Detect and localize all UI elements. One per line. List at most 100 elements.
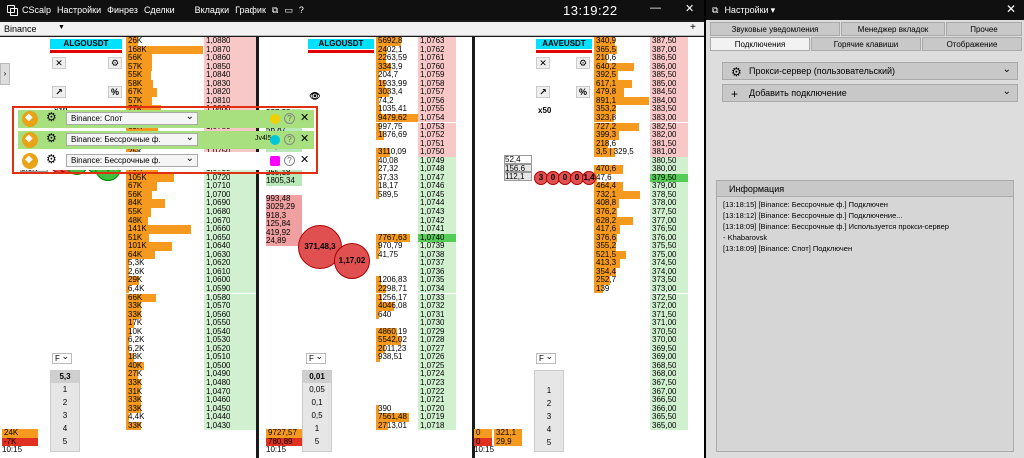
book-row[interactable]: 1,0721: [376, 396, 456, 405]
connection-select[interactable]: Binance: Спот: [66, 111, 198, 125]
book-row[interactable]: 370,50: [594, 327, 688, 337]
book-row[interactable]: 18,17 1,0746: [376, 182, 456, 191]
add-panel-icon[interactable]: +: [690, 22, 696, 34]
book-row[interactable]: 392,5 385,50: [594, 71, 688, 80]
ticker-label[interactable]: ALGOUSDT: [308, 39, 374, 49]
book-row[interactable]: 470,6 380,00: [594, 165, 688, 174]
book-row[interactable]: 372,50: [594, 293, 688, 303]
book-row[interactable]: 1256,17 1,0733: [376, 293, 456, 303]
book-row[interactable]: 355,2 375,50: [594, 242, 688, 251]
chevron-down-icon[interactable]: ▼: [58, 22, 65, 34]
book-row[interactable]: 1,0751: [376, 139, 456, 149]
tab-display[interactable]: Отображение: [922, 37, 1022, 51]
trade-row[interactable]: 24,89: [266, 237, 302, 246]
book-row[interactable]: 1,0722: [376, 387, 456, 397]
level-option[interactable]: 0,1: [303, 397, 331, 409]
book-row[interactable]: 4860,19 1,0729: [376, 327, 456, 337]
help-icon[interactable]: ?: [299, 5, 304, 15]
book-row[interactable]: 2402,1 1,0762: [376, 45, 456, 55]
book-row[interactable]: 33K 1,0430: [126, 421, 256, 431]
book-row[interactable]: 365,00: [594, 421, 688, 431]
book-row[interactable]: 18K 1,0510: [126, 353, 256, 362]
book-row[interactable]: 26K 1,0880: [126, 37, 256, 46]
book-row[interactable]: 368,00: [594, 370, 688, 379]
help-icon[interactable]: ?: [284, 134, 295, 145]
book-row[interactable]: 380,50: [594, 156, 688, 166]
level-option[interactable]: 5: [51, 436, 79, 448]
book-row[interactable]: 37,33 1,0747: [376, 173, 456, 183]
book-row[interactable]: 67K 1,0820: [126, 88, 256, 97]
trade-row[interactable]: 125,84: [266, 220, 302, 229]
gear-icon[interactable]: ⚙: [108, 57, 122, 69]
book-row[interactable]: 408,8 378,00: [594, 199, 688, 208]
level-option[interactable]: 2: [51, 397, 79, 409]
chevron-down-icon[interactable]: ▾: [771, 5, 776, 16]
book-row[interactable]: 369,50: [594, 344, 688, 354]
book-row[interactable]: 3110,09 1,0750: [376, 148, 456, 157]
menu-chart[interactable]: График: [235, 5, 266, 15]
book-row[interactable]: 1206,83 1,0735: [376, 276, 456, 285]
book-row[interactable]: 1,0742: [376, 216, 456, 226]
proxy-section[interactable]: ⚙ Прокси-сервер (пользовательский) ⌄: [722, 62, 1018, 80]
book-row[interactable]: 368,50: [594, 361, 688, 371]
book-row[interactable]: 1,0723: [376, 379, 456, 388]
book-row[interactable]: 3033,4 1,0757: [376, 88, 456, 97]
book-row[interactable]: 367,50: [594, 379, 688, 388]
book-row[interactable]: 366,00: [594, 404, 688, 414]
gear-icon[interactable]: ⚙: [576, 57, 590, 69]
book-row[interactable]: 51K 1,0650: [126, 233, 256, 243]
book-row[interactable]: 9479,62 1,0754: [376, 113, 456, 123]
gear-icon[interactable]: ⚙: [46, 152, 57, 166]
book-row[interactable]: 617,1 385,00: [594, 79, 688, 89]
book-row[interactable]: 970,79 1,0739: [376, 242, 456, 251]
book-row[interactable]: 1,0730: [376, 319, 456, 328]
connection-select[interactable]: Binance: Бессрочные ф.: [66, 132, 198, 146]
book-row[interactable]: 56K 1,0860: [126, 54, 256, 63]
chart-icon[interactable]: ↗: [52, 86, 66, 98]
menu-finrez[interactable]: Финрез: [107, 5, 138, 15]
book-row[interactable]: 55K 1,0680: [126, 208, 256, 217]
expand-left-icon[interactable]: ›: [0, 63, 10, 85]
percent-icon[interactable]: %: [576, 86, 590, 98]
filter-select[interactable]: F: [306, 352, 326, 364]
percent-icon[interactable]: %: [108, 86, 122, 98]
book-row[interactable]: 7767,63 1,0740: [376, 233, 456, 243]
book-row[interactable]: 6,4K 1,0590: [126, 284, 256, 294]
book-row[interactable]: 58K 1,0830: [126, 79, 256, 89]
book-row[interactable]: 376,2 377,50: [594, 208, 688, 217]
close-icon[interactable]: ✕: [300, 111, 309, 124]
book-row[interactable]: 47,6 379,50: [594, 173, 688, 183]
exchange-select[interactable]: Binance: [2, 23, 64, 35]
help-icon[interactable]: ?: [284, 155, 295, 166]
book-row[interactable]: 218,6 381,50: [594, 139, 688, 149]
book-row[interactable]: 10K 1,0540: [126, 327, 256, 337]
book-row[interactable]: 589,5 1,0745: [376, 190, 456, 200]
trade-row[interactable]: 419,92: [266, 228, 302, 238]
book-row[interactable]: 33K 1,0560: [126, 310, 256, 320]
level-option[interactable]: 0,01: [303, 371, 331, 383]
close-position-button[interactable]: ✕: [52, 57, 66, 69]
trade-row[interactable]: 3029,29: [266, 203, 302, 212]
menu-deals[interactable]: Сделки: [144, 5, 175, 15]
book-row[interactable]: 40K 1,0500: [126, 361, 256, 371]
book-row[interactable]: 101K 1,0640: [126, 242, 256, 251]
book-row[interactable]: 27,32 1,0748: [376, 165, 456, 174]
level-option[interactable]: 1: [303, 423, 331, 435]
book-row[interactable]: 997,75 1,0753: [376, 122, 456, 132]
ticker-label[interactable]: ALGOUSDT: [50, 39, 122, 49]
level-option[interactable]: 5,3: [51, 371, 79, 383]
book-row[interactable]: 1035,41 1,0755: [376, 105, 456, 114]
filter-select[interactable]: F: [52, 352, 72, 364]
gear-icon[interactable]: ⚙: [46, 131, 57, 145]
book-row[interactable]: 640,2 386,00: [594, 62, 688, 72]
book-row[interactable]: 41,75 1,0738: [376, 250, 456, 260]
book-row[interactable]: 417,6 376,50: [594, 225, 688, 234]
book-row[interactable]: 353,2 383,50: [594, 105, 688, 114]
close-icon[interactable]: ✕: [300, 132, 309, 145]
menu-settings[interactable]: Настройки: [57, 5, 101, 15]
book-row[interactable]: 252,7 373,50: [594, 276, 688, 285]
book-row[interactable]: 33K 1,0480: [126, 379, 256, 388]
book-row[interactable]: 3343,9 1,0760: [376, 62, 456, 72]
book-row[interactable]: 31K 1,0470: [126, 387, 256, 397]
book-row[interactable]: 204,7 1,0759: [376, 71, 456, 80]
